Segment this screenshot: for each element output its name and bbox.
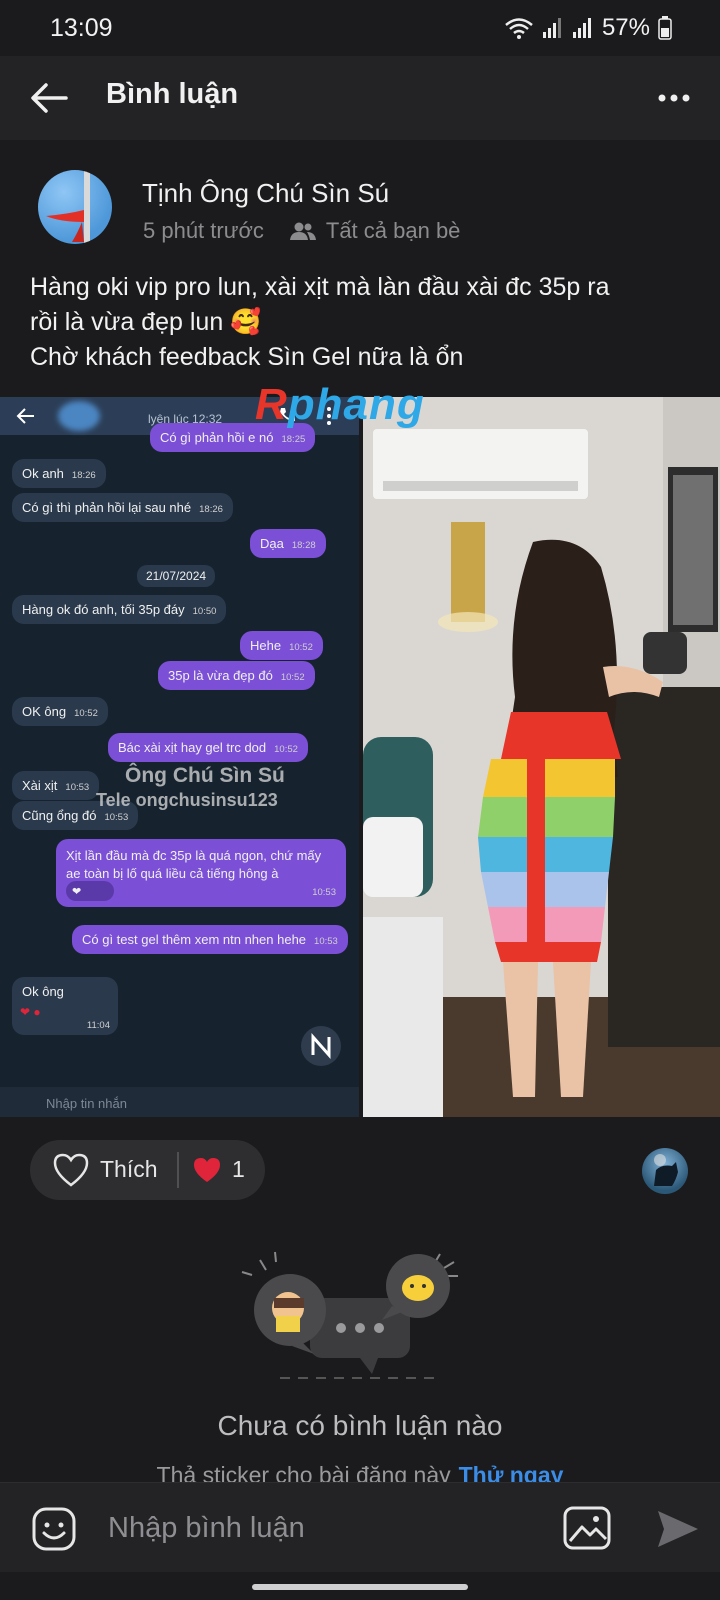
chat-text: Xài xịt (22, 778, 58, 793)
chat-text: Có gì phản hồi e nó (160, 430, 274, 445)
post-audience: Tất cả bạn bè (325, 218, 461, 243)
chat-text: Cũng ổng đó (22, 808, 97, 823)
chat-text: Ok ông (22, 984, 64, 999)
chat-date-chip: 21/07/2024 (137, 565, 216, 587)
status-bar: 13:09 57% (0, 0, 720, 56)
reaction-chip: ❤ (66, 881, 114, 901)
wifi-icon (505, 18, 533, 39)
watermark-name: Ông Chú Sìn Sú (125, 764, 285, 787)
chat-bubble: Có gì thì phản hồi lại sau nhé 18:26 (12, 493, 233, 522)
divider (177, 1152, 179, 1188)
chat-text: Dạa (260, 536, 284, 551)
chat-time: 10:52 (74, 708, 98, 719)
chat-time: 10:53 (314, 936, 338, 947)
chat-text: Xịt lần đầu mà đc 35p là quá ngon, chứ m… (66, 848, 322, 881)
signal-icon (542, 18, 561, 38)
battery-percent: 57% (601, 14, 650, 41)
watermark-brand-text: phang (287, 380, 425, 429)
chat-time: 18:26 (71, 470, 96, 481)
chat-text: Ok anh (22, 466, 64, 481)
chat-bubble: Ok anh 18:26 (12, 459, 106, 488)
battery-icon (658, 16, 672, 40)
blurred-avatar (58, 401, 100, 431)
chat-time: 10:53 (65, 782, 90, 793)
chat-time: 10:52 (289, 642, 313, 653)
page-title: Bình luận (106, 78, 239, 110)
heart-filled-icon (194, 1158, 220, 1182)
avatar-image (654, 1154, 678, 1186)
chat-text: Bác xài xịt hay gel trc dod (118, 740, 267, 755)
chat-text: 35p là vừa đẹp đó (168, 668, 273, 683)
like-button[interactable]: Thích 1 (30, 1140, 265, 1200)
avatar-image (46, 170, 90, 244)
chat-bubble: Dạa 18:28 (250, 529, 326, 558)
friends-icon (289, 222, 316, 240)
author-avatar[interactable] (38, 170, 112, 244)
empty-state-subtitle-text: Thả sticker cho bài đăng này (156, 1462, 451, 1484)
post-image-photo[interactable] (363, 397, 720, 1117)
status-icons: 57% (504, 14, 672, 42)
post-text-line: rồi là vừa đẹp lun 🥰 (30, 308, 262, 336)
chat-bubble: Hehe 10:52 (240, 631, 323, 660)
top-app-bar: Bình luận (0, 56, 720, 140)
empty-state-subtitle: Thả sticker cho bài đăng này Thử ngay (0, 1462, 720, 1484)
chat-bubble: OK ông 10:52 (12, 697, 108, 726)
post-text-line: Hàng oki vip pro lun, xài xịt mà làn đầu… (30, 273, 610, 301)
chat-bubble: 35p là vừa đẹp đó 10:52 (158, 661, 315, 690)
post-text-line: Chờ khách feedback Sìn Gel nữa là ổn (30, 343, 464, 371)
post-image-chat-screenshot[interactable]: lyên lúc 12:32 Có gì phản hồi e nó 18:25 … (0, 397, 359, 1117)
chat-time: 10:52 (280, 672, 305, 683)
chat-time: 18:28 (291, 540, 316, 551)
try-now-link[interactable]: Thử ngay (459, 1462, 564, 1484)
empty-comments-illustration (241, 1251, 458, 1379)
chat-bubble: Hàng ok đó anh, tối 35p đáy 10:50 (12, 595, 227, 624)
chat-time: 10:53 (104, 812, 129, 823)
chat-bubble: Có gì test gel thêm xem ntn nhen hehe 10:… (72, 925, 348, 954)
chat-text: Có gì thì phản hồi lại sau nhé (22, 500, 192, 515)
image-icon[interactable] (562, 1505, 612, 1551)
chat-text: OK ông (22, 704, 67, 719)
chat-time: 10:50 (192, 606, 217, 617)
watermark-tele: Tele ongchusinsu123 (96, 790, 278, 810)
back-arrow-icon[interactable] (26, 76, 72, 120)
like-label: Thích (100, 1156, 158, 1182)
reactor-avatar[interactable] (642, 1148, 688, 1194)
heart-outline-icon (53, 1153, 89, 1187)
reaction-count[interactable]: 1 (232, 1156, 245, 1183)
chat-time: 18:26 (199, 504, 223, 515)
chat-input-preview: Nhập tin nhắn (0, 1087, 359, 1117)
chat-time: 10:52 (274, 744, 298, 755)
room-photo (363, 397, 720, 1117)
sticker-smile-icon[interactable] (30, 1505, 78, 1553)
comment-bar (0, 1482, 720, 1572)
app-logo-icon (301, 1026, 341, 1066)
post-time: 5 phút trước (143, 218, 264, 243)
empty-state-title: Chưa có bình luận nào (217, 1410, 503, 1441)
chat-time: 11:04 (86, 1020, 110, 1031)
status-time: 13:09 (50, 14, 113, 42)
comment-input[interactable] (108, 1507, 528, 1549)
chat-text: Có gì test gel thêm xem ntn nhen hehe (82, 932, 307, 947)
signal-icon (572, 18, 591, 38)
author-name[interactable]: Tịnh Ông Chú Sìn Sú (142, 178, 389, 209)
reaction-chip: ❤ ● (20, 1005, 41, 1019)
chat-bubble: Ok ông ❤ ● 11:04 (12, 977, 118, 1035)
back-arrow-icon (16, 408, 34, 424)
post-text: Hàng oki vip pro lun, xài xịt mà làn đầu… (30, 270, 700, 375)
post-meta: 5 phút trước Tất cả bạn bè (143, 218, 460, 244)
chat-text: Hàng ok đó anh, tối 35p đáy (22, 602, 185, 617)
more-dots-icon[interactable] (650, 78, 698, 118)
home-indicator[interactable] (252, 1584, 468, 1590)
chat-text: Hehe (250, 638, 282, 653)
chat-time: 10:53 (312, 887, 336, 898)
send-icon[interactable] (654, 1505, 702, 1553)
chat-time: 18:25 (281, 434, 306, 445)
watermark-brand: Rphang (255, 380, 425, 429)
chat-bubble: Bác xài xịt hay gel trc dod 10:52 (108, 733, 308, 762)
chat-bubble: Xài xịt 10:53 (12, 771, 100, 800)
chat-bubble: Xịt lần đầu mà đc 35p là quá ngon, chứ m… (56, 839, 346, 907)
